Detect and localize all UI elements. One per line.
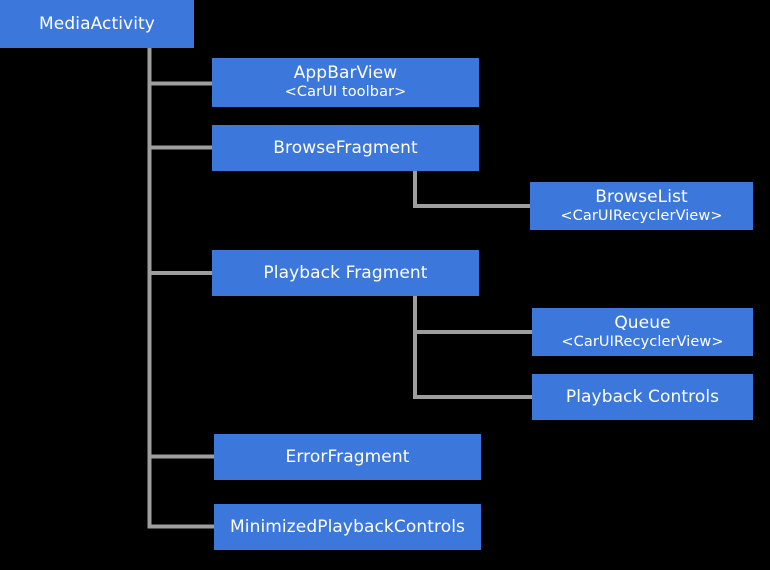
edge-media-activity-to-browse-fragment [147,48,212,150]
node-app-bar-view-title: AppBarView [293,63,398,84]
node-media-activity[interactable]: MediaActivity [0,0,194,48]
node-app-bar-view[interactable]: AppBarView <CarUI toolbar> [212,58,479,107]
node-queue-subtitle: <CarUIRecyclerView> [561,333,724,350]
node-browse-list-subtitle: <CarUIRecyclerView> [560,207,723,224]
node-queue-title: Queue [614,312,671,333]
node-browse-fragment[interactable]: BrowseFragment [212,125,479,171]
node-playback-fragment[interactable]: Playback Fragment [212,250,479,296]
architecture-diagram: MediaActivity AppBarView <CarUI toolbar>… [0,0,770,570]
node-playback-controls[interactable]: Playback Controls [532,374,753,420]
node-error-fragment-title: ErrorFragment [285,446,410,467]
node-queue[interactable]: Queue <CarUIRecyclerView> [532,308,753,356]
node-browse-list[interactable]: BrowseList <CarUIRecyclerView> [530,182,753,230]
node-media-activity-title: MediaActivity [39,13,155,34]
edge-playback-fragment-to-queue [413,296,532,334]
node-minimized-playback-controls-title: MinimizedPlaybackControls [229,516,465,537]
edge-media-activity-to-minimized-playback-controls [147,48,214,529]
node-error-fragment[interactable]: ErrorFragment [214,434,481,480]
node-playback-controls-title: Playback Controls [565,386,720,407]
edge-browse-fragment-to-browse-list [413,171,530,208]
edge-media-activity-to-error-fragment [147,48,214,459]
node-app-bar-view-subtitle: <CarUI toolbar> [284,84,407,101]
node-minimized-playback-controls[interactable]: MinimizedPlaybackControls [214,504,481,550]
edge-playback-fragment-to-playback-controls [413,296,532,399]
edge-media-activity-to-app-bar-view [147,48,212,86]
node-browse-list-title: BrowseList [595,186,688,207]
edge-media-activity-to-playback-fragment [147,48,212,275]
node-browse-fragment-title: BrowseFragment [273,137,418,158]
node-playback-fragment-title: Playback Fragment [263,262,428,283]
